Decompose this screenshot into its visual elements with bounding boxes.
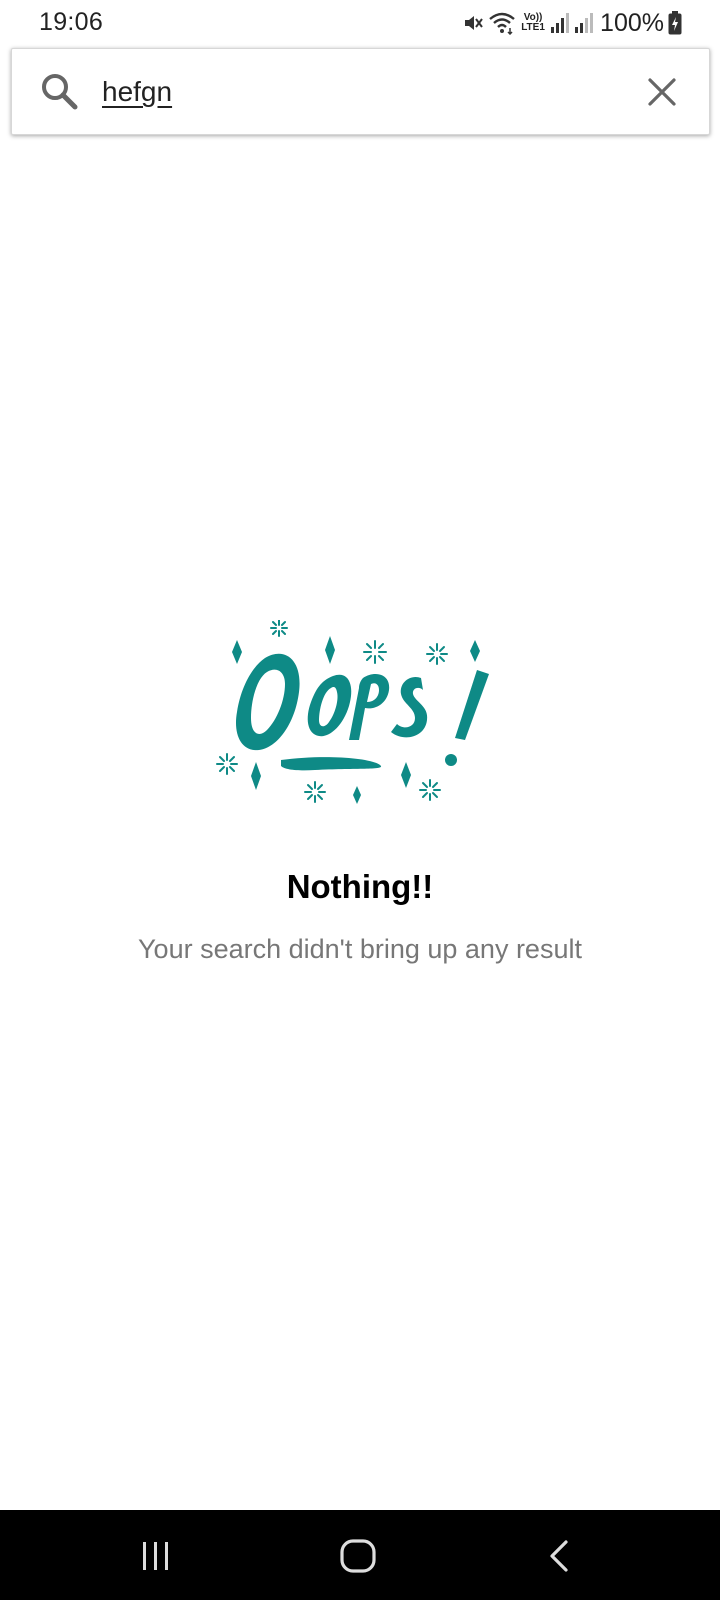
navigation-bar bbox=[0, 1510, 720, 1600]
battery-charging-icon bbox=[668, 11, 682, 35]
search-icon[interactable] bbox=[40, 72, 80, 112]
close-icon bbox=[648, 78, 676, 106]
oops-illustration bbox=[215, 619, 505, 820]
recent-apps-button[interactable] bbox=[126, 1532, 186, 1580]
back-button[interactable] bbox=[530, 1532, 590, 1580]
empty-state-subtitle: Your search didn't bring up any result bbox=[138, 934, 582, 964]
volte-icon: Vo)) LTE1 bbox=[521, 12, 545, 33]
signal-icon bbox=[574, 12, 594, 34]
empty-state-title: Nothing!! bbox=[286, 868, 434, 905]
recent-apps-icon bbox=[143, 1542, 168, 1570]
search-bar bbox=[11, 48, 710, 135]
search-input[interactable] bbox=[102, 69, 622, 115]
status-time: 19:06 bbox=[39, 8, 104, 36]
back-icon bbox=[550, 1540, 568, 1572]
home-icon bbox=[340, 1539, 376, 1573]
wifi-icon bbox=[488, 11, 516, 35]
mute-icon bbox=[462, 12, 484, 34]
home-button[interactable] bbox=[328, 1532, 388, 1580]
battery-percentage: 100% bbox=[600, 8, 664, 37]
signal-icon bbox=[550, 12, 570, 34]
status-bar: 19:06 Vo)) LTE1 100% bbox=[0, 0, 720, 44]
status-icons: Vo)) LTE1 100% bbox=[462, 8, 682, 38]
clear-search-button[interactable] bbox=[641, 71, 683, 113]
